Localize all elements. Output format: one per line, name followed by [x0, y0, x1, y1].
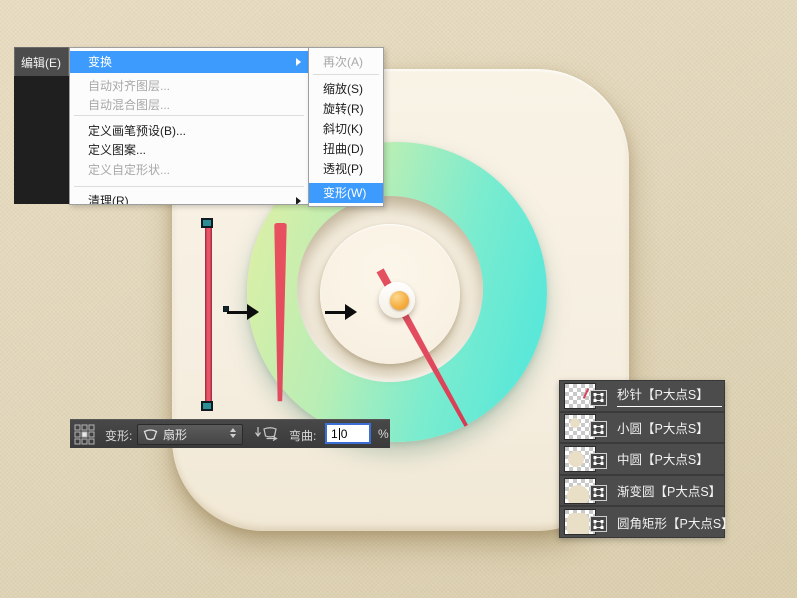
warp-orientation-icon — [254, 425, 282, 445]
menu-item-purge[interactable]: 清理(R) — [70, 192, 308, 205]
layer-row-small-circle[interactable]: 小圆【P大点S】 — [560, 413, 724, 445]
menu-item-again: 再次(A) — [309, 53, 383, 71]
transform-submenu: 再次(A) 缩放(S) 旋转(R) 斜切(K) 扭曲(D) 透视(P) 变形(W… — [308, 47, 384, 207]
menu-item-distort[interactable]: 扭曲(D) — [309, 140, 383, 158]
percent-suffix: % — [378, 427, 389, 441]
straight-line-shape — [205, 224, 212, 406]
menu-item-warp[interactable]: 变形(W) — [309, 183, 383, 203]
transform-handle-bottom[interactable] — [201, 401, 213, 411]
menu-item-rotate[interactable]: 旋转(R) — [309, 100, 383, 118]
layer-row-medium-circle[interactable]: 中圆【P大点S】 — [560, 444, 724, 476]
vector-mask-icon — [590, 421, 607, 437]
menu-separator — [74, 115, 304, 116]
menu-item-auto-align-layers: 自动对齐图层... — [70, 77, 308, 95]
edit-menu-dropdown: 变换 自动对齐图层... 自动混合图层... 定义画笔预设(B)... 定义图案… — [69, 47, 309, 205]
reference-point-grid-icon[interactable] — [74, 424, 95, 445]
vector-mask-icon — [590, 390, 607, 406]
warp-style-value: 扇形 — [163, 426, 187, 443]
photoshop-tutorial-canvas: 编辑(E) 变换 自动对齐图层... 自动混合图层... 定义画笔预设(B)..… — [0, 0, 797, 598]
menu-item-define-custom-shape: 定义自定形状... — [70, 161, 308, 179]
menu-item-skew[interactable]: 斜切(K) — [309, 120, 383, 138]
text-cursor — [339, 428, 340, 440]
menu-item-perspective[interactable]: 透视(P) — [309, 160, 383, 178]
layer-row-gradient-circle[interactable]: 渐变圆【P大点S】 — [560, 476, 724, 508]
vector-mask-icon — [590, 453, 607, 469]
submenu-arrow-icon — [296, 58, 301, 66]
warp-orientation-button[interactable] — [252, 423, 284, 446]
menu-dark-strip — [14, 76, 69, 204]
arrow-right-icon — [325, 304, 357, 320]
layers-panel: 秒针【P大点S】 小圆【P大点S】 中圆【P大点S】 — [559, 380, 725, 538]
warp-style-dropdown[interactable]: 扇形 — [137, 424, 243, 445]
menu-item-scale[interactable]: 缩放(S) — [309, 80, 383, 98]
menu-item-define-brush-preset[interactable]: 定义画笔预设(B)... — [70, 122, 308, 140]
hub-orange-ball — [390, 291, 409, 310]
layer-name: 圆角矩形【P大点S】 — [617, 513, 734, 532]
layer-name: 秒针【P大点S】 — [617, 384, 722, 407]
menu-item-transform[interactable]: 变换 — [70, 51, 308, 73]
menu-item-define-pattern[interactable]: 定义图案... — [70, 141, 308, 159]
arc-fan-icon — [142, 428, 159, 442]
layer-row-second-hand[interactable]: 秒针【P大点S】 — [560, 381, 724, 413]
vector-mask-icon — [590, 516, 607, 532]
layer-name: 中圆【P大点S】 — [617, 449, 709, 468]
menu-item-auto-blend-layers: 自动混合图层... — [70, 96, 308, 114]
arrow-right-icon — [227, 304, 259, 320]
vector-mask-icon — [590, 485, 607, 501]
menu-edit[interactable]: 编辑(E) — [14, 47, 69, 76]
menu-separator — [313, 74, 379, 75]
dropdown-stepper-icon — [230, 428, 236, 438]
transform-handle-top[interactable] — [201, 218, 213, 228]
layer-name: 渐变圆【P大点S】 — [617, 481, 721, 500]
submenu-arrow-icon — [296, 197, 301, 205]
bend-input[interactable]: 1 0 — [325, 423, 371, 444]
layer-name: 小圆【P大点S】 — [617, 418, 709, 437]
warp-options-bar: 变形: 扇形 弯曲: 1 0 % — [70, 419, 390, 448]
warp-label: 变形: — [105, 427, 132, 444]
bend-label: 弯曲: — [289, 427, 316, 444]
menu-separator — [74, 186, 304, 187]
layer-row-rounded-rect[interactable]: 圆角矩形【P大点S】 — [560, 507, 724, 537]
